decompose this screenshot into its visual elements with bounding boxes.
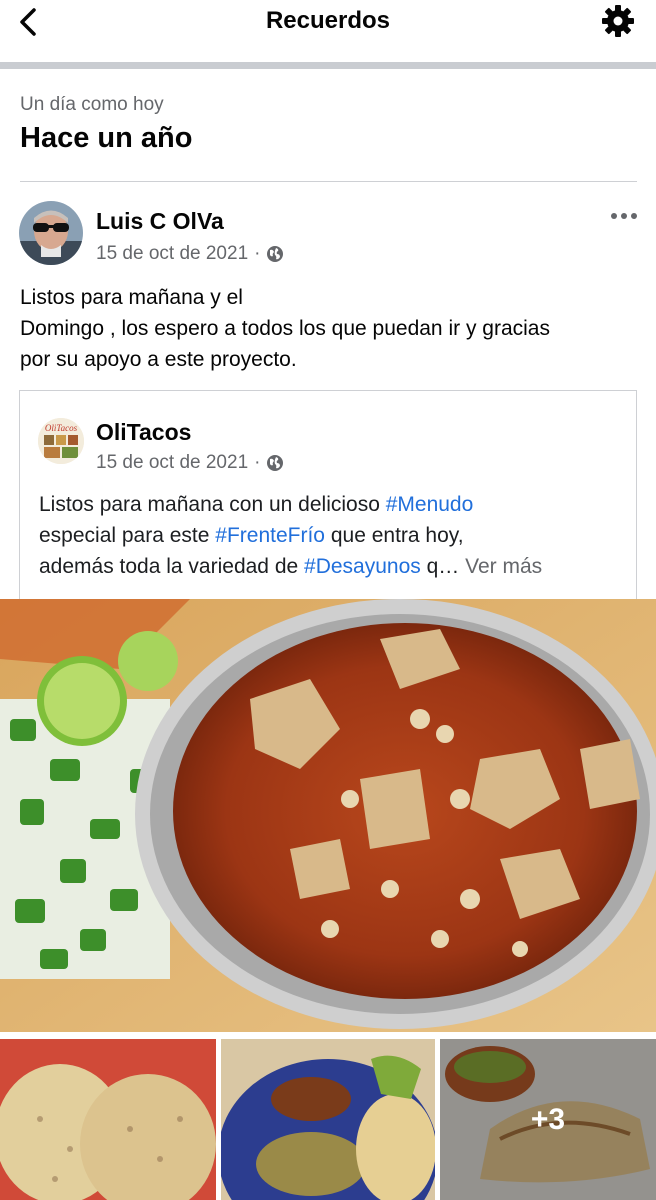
shared-text-part: especial para este — [39, 524, 216, 547]
logo-text: OliTacos — [45, 423, 78, 433]
memories-title: Hace un año — [20, 122, 193, 154]
photo-thumbnail[interactable]: +3 — [440, 1039, 656, 1200]
globe-icon — [267, 455, 284, 471]
hashtag-link[interactable]: #FrenteFrío — [215, 524, 325, 547]
post-meta: 15 de oct de 2021 · — [96, 242, 284, 266]
post-options-button[interactable] — [608, 206, 640, 226]
settings-button[interactable] — [598, 2, 638, 40]
gear-icon — [602, 5, 634, 37]
shared-post[interactable]: OliTacos OliTacos 15 de oct de 2021 · Li… — [19, 390, 637, 610]
post-date[interactable]: 15 de oct de 2021 — [96, 242, 248, 266]
more-horizontal-icon — [611, 213, 637, 219]
post-text-line: Listos para mañana y el — [20, 286, 243, 309]
post-text-line: Domingo , los espero a todos los que pue… — [20, 317, 550, 340]
shared-text-part: además toda la variedad de — [39, 555, 305, 578]
shared-post-date[interactable]: 15 de oct de 2021 — [96, 451, 248, 475]
shared-text-part: que entra hoy, — [325, 524, 464, 547]
post-text: Listos para mañana y el Domingo , los es… — [20, 282, 640, 375]
shared-page-name[interactable]: OliTacos — [96, 417, 191, 447]
shared-text-part: q… — [420, 555, 460, 578]
meta-separator: · — [254, 452, 261, 473]
section-divider — [20, 181, 637, 182]
post-author[interactable]: Luis C OlVa — [96, 206, 224, 236]
avatar-image — [19, 201, 83, 265]
memories-subtitle: Un día como hoy — [20, 94, 164, 115]
breakfast-plate-photo — [221, 1039, 435, 1200]
header-divider — [0, 62, 656, 69]
more-photos-count[interactable]: +3 — [440, 1039, 656, 1200]
shared-post-text: Listos para mañana con un delicioso #Men… — [39, 489, 629, 582]
photo-thumbnail[interactable] — [0, 1039, 216, 1200]
avatar[interactable] — [19, 201, 83, 265]
top-bar: Recuerdos — [0, 0, 656, 62]
menudo-photo — [0, 599, 656, 1032]
globe-icon — [267, 246, 284, 262]
hashtag-link[interactable]: #Menudo — [386, 493, 474, 516]
page-avatar[interactable]: OliTacos — [38, 418, 84, 464]
post-text-line: por su apoyo a este proyecto. — [20, 348, 297, 371]
see-more-link[interactable]: Ver más — [465, 555, 542, 578]
hashtag-link[interactable]: #Desayunos — [304, 555, 421, 578]
olitacos-logo: OliTacos — [38, 418, 84, 464]
main-photo[interactable] — [0, 599, 656, 1032]
photo-thumbnail[interactable] — [221, 1039, 435, 1200]
meta-separator: · — [254, 243, 261, 264]
shared-text-part: Listos para mañana con un delicioso — [39, 493, 386, 516]
shared-post-meta: 15 de oct de 2021 · — [96, 451, 284, 475]
gorditas-photo — [0, 1039, 216, 1200]
page-title: Recuerdos — [265, 7, 391, 34]
